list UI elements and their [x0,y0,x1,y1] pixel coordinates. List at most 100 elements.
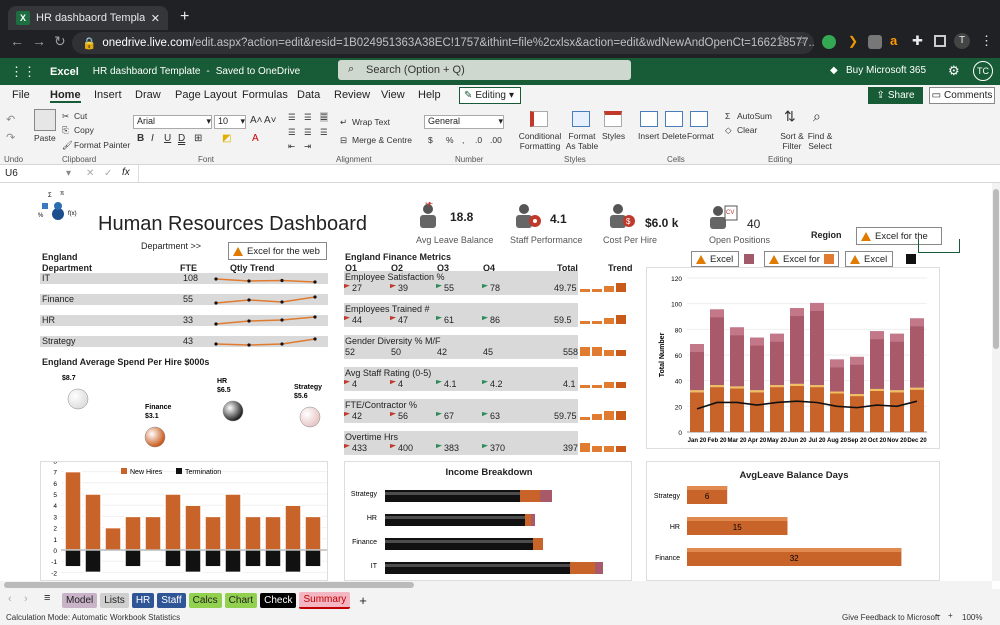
sheet-tab-calcs[interactable]: Calcs [188,592,222,608]
workbook-stats[interactable]: Workbook Statistics [110,613,180,622]
double-underline-icon[interactable]: D [178,134,185,144]
percent-icon[interactable]: % [446,135,454,145]
font-color-icon[interactable]: A [252,134,259,144]
zoom-in-icon[interactable]: + [948,611,953,620]
enter-icon[interactable]: ✓ [104,168,112,179]
selected-cell-range[interactable] [918,239,960,253]
tab-file[interactable]: File [12,89,30,101]
tab-formulas[interactable]: Formulas [242,89,288,101]
conditional-formatting-button[interactable]: Conditional Formatting [517,131,563,151]
amazon-extension-icon[interactable]: a [890,33,897,48]
italic-icon[interactable]: I [151,134,154,144]
browser-tab[interactable]: X HR dashbaord Template.xlsx - ✕ [8,6,168,30]
doc-title[interactable]: HR dashbaord Template [93,66,201,77]
sheet-tab-check[interactable]: Check [260,592,297,608]
next-sheet-icon[interactable]: › [24,593,28,605]
leave-chart[interactable]: AvgLeave Balance Days Strategy 6 HR 15 Finan… [646,461,940,581]
copy-button[interactable]: Copy [74,125,94,135]
align-center-icon[interactable]: ☰ [304,127,312,137]
vertical-scroll-thumb[interactable] [993,189,999,349]
reload-icon[interactable]: ↻ [54,33,66,50]
tab-view[interactable]: View [381,89,405,101]
redo-icon[interactable]: ↷ [6,133,15,144]
clear-button[interactable]: Clear [737,125,757,135]
more-menu-icon[interactable]: ⋮ [980,33,993,49]
sidepanel-icon[interactable] [934,35,946,47]
horizontal-scroll-thumb[interactable] [4,582,414,588]
back-icon[interactable]: ← [10,33,24,49]
formula-input[interactable] [138,165,988,182]
share-button[interactable]: ⇪ Share [868,87,923,104]
extension-icon[interactable]: ❯ [848,34,858,48]
sheet-tab-lists[interactable]: Lists [100,592,129,608]
department-slicer[interactable]: Excel for the web [228,242,327,260]
app-launcher-icon[interactable]: ⋮⋮ [10,64,36,80]
align-left-icon[interactable]: ☰ [288,127,296,137]
paste-icon[interactable] [34,109,56,131]
sheet-tab-chart[interactable]: Chart [224,592,258,608]
align-top-icon[interactable]: ☰ [288,112,296,122]
format-cells-button[interactable]: Format [687,131,714,141]
format-painter-button[interactable]: Format Painter [74,140,130,150]
increase-font-icon[interactable]: A˄ [250,116,263,126]
zoom-out-icon[interactable]: − [936,611,941,620]
increase-decimal-icon[interactable]: .0 [475,135,482,145]
extension-icon[interactable] [822,35,836,49]
sheet-tab-hr[interactable]: HR [131,592,155,608]
editing-mode-button[interactable]: ✎ Editing ▾ [459,87,521,104]
monthly-chart[interactable]: 0 20 40 60 80 100 120 Total Number Jan 20 Feb 20 M… [646,267,940,449]
decrease-indent-icon[interactable]: ⇤ [288,141,295,151]
buy-link[interactable]: Buy Microsoft 365 [846,65,926,76]
name-box-dropdown-icon[interactable]: ▾ [66,168,71,179]
format-as-table-button[interactable]: Format As Table [564,131,600,151]
add-sheet-icon[interactable]: + [359,593,367,608]
profile-avatar[interactable]: T [954,33,970,49]
number-format-select[interactable]: General ▾ [424,115,504,129]
cancel-icon[interactable]: ✕ [86,168,94,179]
new-tab-icon[interactable]: + [180,8,189,26]
tab-draw[interactable]: Draw [135,89,161,101]
undo-icon[interactable]: ↶ [6,115,15,126]
autosum-button[interactable]: AutoSum [737,111,772,121]
sort-filter-button[interactable]: Sort & Filter [778,131,806,151]
address-bar[interactable]: 🔒 onedrive.live.com /edit.aspx?action=ed… [72,32,814,54]
feedback-link[interactable]: Give Feedback to Microsoft [842,613,939,622]
sheet-tab-summary[interactable]: Summary [299,591,351,609]
fill-color-icon[interactable]: ◩ [222,134,231,144]
find-select-button[interactable]: Find & Select [806,131,834,151]
save-status[interactable]: Saved to OneDrive [216,66,301,77]
search-input[interactable]: ⌕ Search (Option + Q) [338,60,631,80]
decrease-decimal-icon[interactable]: .00 [490,135,502,145]
comma-icon[interactable]: , [462,135,464,145]
name-box[interactable]: U6 [5,168,18,179]
share-page-icon[interactable]: ⇪ [776,33,786,47]
insert-cells-button[interactable]: Insert [638,131,659,141]
zoom-level[interactable]: 100% [962,613,982,622]
prev-sheet-icon[interactable]: ‹ [8,593,12,605]
extension-icon[interactable] [868,35,882,49]
close-tab-icon[interactable]: ✕ [151,12,160,25]
align-right-icon[interactable]: ☰ [320,127,328,137]
function-icon[interactable]: fx [122,167,130,178]
horizontal-scrollbar[interactable] [0,581,992,589]
wrap-text-button[interactable]: Wrap Text [352,117,390,127]
calc-mode[interactable]: Calculation Mode: Automatic [6,613,107,622]
tab-data[interactable]: Data [297,89,320,101]
decrease-font-icon[interactable]: A˅ [264,116,277,126]
tab-insert[interactable]: Insert [94,89,122,101]
income-chart[interactable]: Income Breakdown Strategy HR Finance IT [344,461,632,581]
slicer-button[interactable]: Excel [691,251,739,267]
font-name-select[interactable]: Arial ▾ [133,115,212,129]
bold-icon[interactable]: B [137,134,144,144]
align-bottom-icon[interactable]: ☰ [320,112,328,122]
cut-button[interactable]: Cut [74,111,87,121]
puzzle-extensions-icon[interactable]: ✚ [912,33,923,49]
bookmark-star-icon[interactable]: ☆ [796,33,807,47]
gear-icon[interactable]: ⚙ [948,63,960,79]
styles-button[interactable]: Styles [602,131,625,141]
worksheet[interactable]: Σπ % f(x) Human Resources Dashboard ✈ 18.… [0,183,992,581]
comments-button[interactable]: ▭ Comments [929,87,995,104]
vertical-scrollbar[interactable] [992,183,1000,581]
font-size-select[interactable]: 10 ▾ [214,115,246,129]
tab-page-layout[interactable]: Page Layout [175,89,237,101]
